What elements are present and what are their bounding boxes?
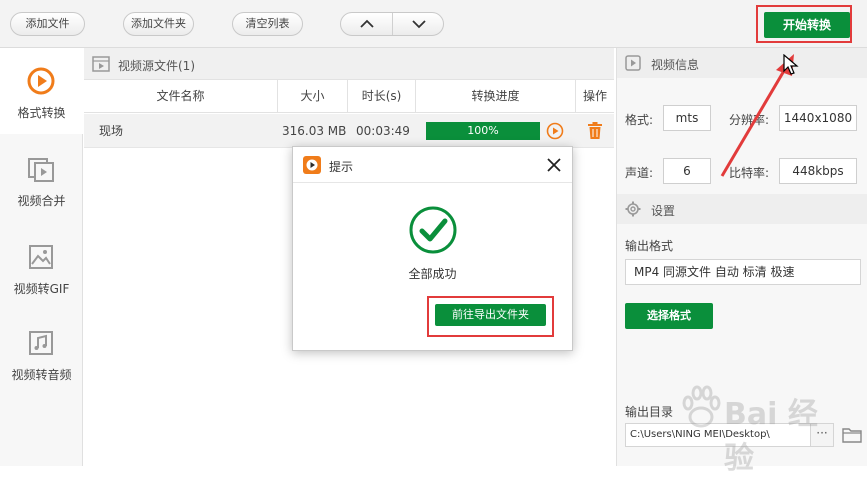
gear-icon <box>625 201 641 217</box>
dialog-title-bar: 提示 <box>293 147 572 183</box>
sidebar-item-video-audio[interactable]: 视频转音频 <box>0 310 83 396</box>
chevron-up-icon <box>359 19 374 28</box>
format-value: mts <box>663 105 711 131</box>
output-dir-label: 输出目录 <box>625 405 674 419</box>
bitrate-label: 比特率: <box>729 166 770 180</box>
column-header[interactable]: 时长(s) <box>348 80 416 113</box>
move-down-button[interactable] <box>393 13 443 35</box>
table-header: 文件名称 大小 时长(s) 转换进度 操作 <box>84 80 614 113</box>
move-buttons <box>340 12 444 36</box>
table-row[interactable]: 现场 316.03 MB 00:03:49 100% <box>84 114 614 148</box>
dialog-message: 全部成功 <box>408 267 457 281</box>
output-format-label: 输出格式 <box>625 239 674 253</box>
video-info-title: 视频信息 <box>651 58 700 72</box>
folder-icon[interactable] <box>842 426 862 443</box>
success-check-icon <box>409 206 457 254</box>
resolution-value: 1440x1080 <box>779 105 857 131</box>
video-info-header: 视频信息 <box>617 48 867 78</box>
dialog-title: 提示 <box>329 160 354 174</box>
channel-label: 声道: <box>625 166 654 180</box>
progress-bar: 100% <box>426 122 540 140</box>
right-panel: 视频信息 格式: mts 分辨率: 1440x1080 声道: 6 比特率: 4… <box>616 48 867 466</box>
browse-button[interactable]: ··· <box>810 423 834 447</box>
resolution-label: 分辨率: <box>729 113 770 127</box>
clear-list-button[interactable]: 清空列表 <box>232 12 303 36</box>
sidebar-item-label: 格式转换 <box>17 106 66 120</box>
goto-export-folder-button[interactable]: 前往导出文件夹 <box>435 304 546 326</box>
chevron-down-icon <box>412 20 426 29</box>
file-list-header: 视频源文件(1) <box>84 48 614 80</box>
file-duration: 00:03:49 <box>356 124 410 138</box>
column-header[interactable]: 操作 <box>576 80 614 113</box>
play-circle-icon <box>27 67 55 95</box>
sidebar: 格式转换 视频合并 视频转GIF 视频转音频 <box>0 48 83 466</box>
video-info-icon <box>625 55 641 71</box>
mouse-cursor-icon <box>783 54 799 75</box>
sidebar-item-video-merge[interactable]: 视频合并 <box>0 136 83 222</box>
toolbar: 添加文件 添加文件夹 清空列表 开始转换 <box>0 0 867 48</box>
settings-title: 设置 <box>651 204 676 218</box>
file-list-title: 视频源文件(1) <box>118 59 195 73</box>
file-name: 现场 <box>99 124 124 138</box>
bitrate-value: 448kbps <box>779 158 857 184</box>
sidebar-item-label: 视频合并 <box>17 194 66 208</box>
sidebar-item-video-gif[interactable]: 视频转GIF <box>0 224 83 310</box>
format-label: 格式: <box>625 113 654 127</box>
start-convert-button[interactable]: 开始转换 <box>764 12 850 38</box>
music-note-icon <box>29 331 53 355</box>
file-size: 316.03 MB <box>282 124 347 138</box>
channel-value: 6 <box>663 158 711 184</box>
sidebar-item-format-convert[interactable]: 格式转换 <box>0 48 83 134</box>
app-logo-icon <box>303 156 321 174</box>
settings-header: 设置 <box>617 194 867 224</box>
image-icon <box>29 245 53 269</box>
column-header[interactable]: 文件名称 <box>84 80 278 113</box>
sidebar-item-label: 视频转音频 <box>11 368 72 382</box>
add-folder-button[interactable]: 添加文件夹 <box>123 12 194 36</box>
add-file-button[interactable]: 添加文件 <box>10 12 85 36</box>
trash-icon[interactable] <box>587 122 603 140</box>
output-dir-field[interactable]: C:\Users\NING MEI\Desktop\ <box>625 423 811 447</box>
choose-format-button[interactable]: 选择格式 <box>625 303 713 329</box>
sidebar-item-label: 视频转GIF <box>13 282 70 296</box>
close-icon[interactable] <box>544 155 564 175</box>
play-icon[interactable] <box>546 122 564 140</box>
move-up-button[interactable] <box>341 13 393 35</box>
prompt-dialog: 提示 全部成功 前往导出文件夹 <box>292 146 573 351</box>
video-merge-icon <box>28 158 54 182</box>
column-header[interactable]: 转换进度 <box>416 80 576 113</box>
column-header[interactable]: 大小 <box>278 80 348 113</box>
output-format-field[interactable]: MP4 同源文件 自动 标清 极速 <box>625 259 861 285</box>
video-file-icon <box>92 56 110 72</box>
